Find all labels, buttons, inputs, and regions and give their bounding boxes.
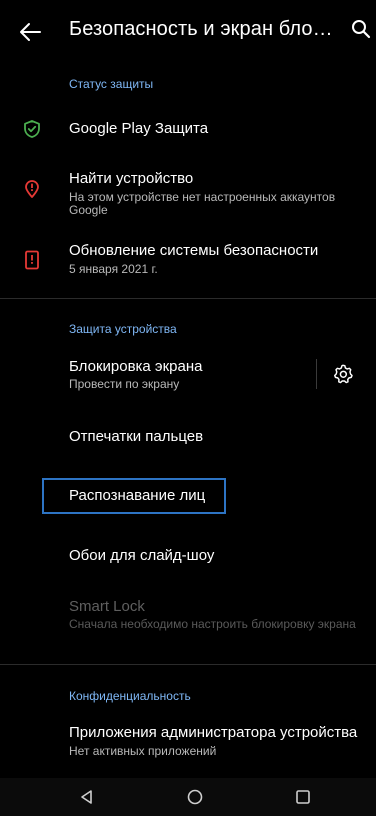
section-header-protection-status: Статус защиты bbox=[69, 77, 154, 91]
list-item-face-recognition[interactable]: Распознавание лиц bbox=[0, 478, 376, 514]
back-button[interactable] bbox=[16, 20, 44, 44]
find-device-title: Найти устройство bbox=[69, 170, 194, 187]
list-item-find-device[interactable]: Найти устройство На этом устройстве нет … bbox=[0, 162, 376, 224]
gear-icon bbox=[334, 364, 353, 384]
nav-back-triangle-icon bbox=[81, 790, 92, 804]
list-item-screen-lock[interactable]: Блокировка экрана Провести по экрану bbox=[0, 352, 376, 396]
device-admin-subtitle: Нет активных приложений bbox=[69, 744, 217, 758]
fingerprints-title: Отпечатки пальцев bbox=[69, 428, 204, 445]
screen-lock-title: Блокировка экрана bbox=[69, 358, 203, 375]
nav-recents-square-icon bbox=[296, 790, 310, 804]
nav-home-circle-icon bbox=[187, 789, 203, 805]
list-item-google-play-protect[interactable]: Google Play Защита bbox=[0, 108, 376, 150]
divider bbox=[0, 664, 376, 665]
shield-check-icon bbox=[22, 119, 42, 139]
screen-lock-subtitle: Провести по экрану bbox=[69, 377, 180, 391]
face-recognition-title: Распознавание лиц bbox=[69, 487, 206, 504]
list-item-slideshow-wallpaper[interactable]: Обои для слайд-шоу bbox=[0, 536, 376, 574]
smart-lock-subtitle: Сначала необходимо настроить блокировку … bbox=[69, 617, 356, 631]
divider bbox=[0, 298, 376, 299]
search-icon bbox=[352, 20, 371, 39]
device-admin-title: Приложения администратора устройства bbox=[69, 724, 358, 741]
phone-alert-icon bbox=[22, 250, 42, 270]
location-alert-icon bbox=[22, 179, 42, 199]
list-item-fingerprints[interactable]: Отпечатки пальцев bbox=[0, 418, 376, 456]
security-lock-screen-settings: Безопасность и экран блокировки Статус з… bbox=[0, 0, 376, 816]
page-title: Безопасность и экран блокировки bbox=[69, 18, 337, 40]
screen-lock-settings-button[interactable] bbox=[332, 363, 354, 385]
search-button[interactable] bbox=[350, 18, 372, 40]
nav-home-button[interactable] bbox=[184, 786, 206, 808]
slideshow-wallpaper-title: Обои для слайд-шоу bbox=[69, 547, 215, 564]
navigation-bar bbox=[0, 778, 376, 816]
arrow-back-icon bbox=[20, 23, 41, 41]
google-play-protect-title: Google Play Защита bbox=[69, 120, 209, 137]
security-update-subtitle: 5 января 2021 г. bbox=[69, 262, 158, 276]
vertical-separator bbox=[316, 359, 317, 389]
security-update-title: Обновление системы безопасности bbox=[69, 242, 319, 259]
list-item-device-admin-apps[interactable]: Приложения администратора устройства Нет… bbox=[0, 718, 376, 764]
find-device-subtitle: На этом устройстве нет настроенных аккау… bbox=[69, 190, 336, 217]
list-item-smart-lock: Smart Lock Сначала необходимо настроить … bbox=[0, 592, 376, 652]
nav-recents-button[interactable] bbox=[292, 786, 314, 808]
smart-lock-title: Smart Lock bbox=[69, 598, 145, 615]
section-header-privacy: Конфиденциальность bbox=[69, 689, 191, 703]
app-bar: Безопасность и экран блокировки bbox=[0, 0, 376, 64]
nav-back-button[interactable] bbox=[76, 786, 98, 808]
list-item-security-update[interactable]: Обновление системы безопасности 5 января… bbox=[0, 236, 376, 282]
section-header-device-protection: Защита устройства bbox=[69, 322, 177, 336]
